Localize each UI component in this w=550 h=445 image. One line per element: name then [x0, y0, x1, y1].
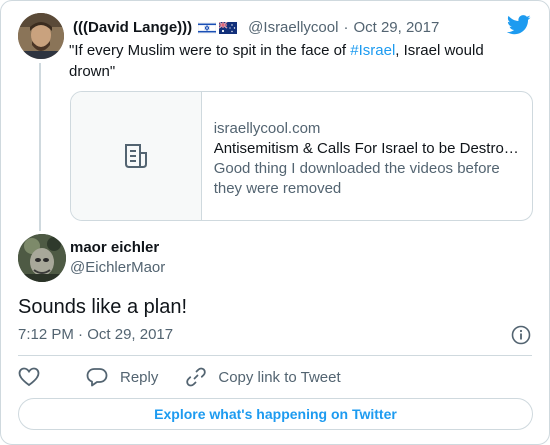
parent-tweet-date[interactable]: Oct 29, 2017	[353, 19, 439, 36]
tweet-embed-card: (((David Lange))) @Israellycool · Oct 29…	[0, 0, 550, 445]
reply-tweet-text: Sounds like a plan!	[18, 296, 188, 318]
like-button[interactable]	[18, 367, 52, 387]
parent-author-handle[interactable]: @Israellycool	[248, 19, 338, 36]
link-card-body: israellycool.com Antisemitism & Calls Fo…	[202, 92, 532, 220]
copy-link-label: Copy link to Tweet	[218, 368, 341, 386]
article-icon	[124, 144, 147, 168]
reply-date: Oct 29, 2017	[87, 326, 174, 343]
hashtag-link[interactable]: #Israel	[350, 42, 395, 59]
link-title: Antisemitism & Calls For Israel to be De…	[213, 140, 519, 157]
parent-author-name[interactable]: (((David Lange)))	[73, 19, 192, 36]
link-domain: israellycool.com	[213, 120, 321, 137]
action-bar: Reply Copy link to Tweet	[18, 365, 341, 389]
link-preview-card[interactable]: israellycool.com Antisemitism & Calls Fo…	[70, 91, 533, 221]
link-thumbnail	[71, 92, 202, 220]
reply-author-avatar[interactable]	[18, 234, 66, 282]
reply-tweet-timestamp[interactable]: 7:12 PM · Oct 29, 2017	[18, 326, 173, 343]
link-chain-icon	[186, 367, 207, 387]
info-icon[interactable]	[511, 325, 531, 345]
parent-tweet-header: (((David Lange))) @Israellycool · Oct 29…	[73, 17, 439, 37]
explore-twitter-button[interactable]: Explore what's happening on Twitter	[18, 398, 533, 430]
heart-icon	[18, 367, 40, 387]
reply-author-name[interactable]: maor eichler	[70, 239, 159, 256]
divider	[18, 355, 532, 356]
meta-separator: ·	[78, 326, 84, 343]
reply-author-handle[interactable]: @EichlerMaor	[70, 259, 165, 276]
parent-text-start: "If every Muslim were to spit in the fac…	[69, 42, 351, 59]
australia-flag-icon	[218, 21, 238, 34]
flag-emojis	[197, 21, 240, 35]
link-description: Good thing I downloaded the videos befor…	[213, 160, 500, 197]
israel-flag-icon	[197, 21, 217, 35]
parent-author-avatar[interactable]	[18, 13, 64, 59]
parent-tweet-text: "If every Muslim were to spit in the fac…	[69, 40, 509, 82]
reply-label: Reply	[120, 368, 159, 386]
reply-button[interactable]: Reply	[86, 367, 158, 387]
header-separator: ·	[343, 18, 349, 36]
twitter-bird-icon[interactable]	[506, 15, 531, 35]
copy-link-button[interactable]: Copy link to Tweet	[186, 367, 341, 387]
reply-time: 7:12 PM	[18, 326, 74, 343]
thread-connector-line	[39, 63, 41, 231]
reply-bubble-icon	[86, 368, 108, 387]
